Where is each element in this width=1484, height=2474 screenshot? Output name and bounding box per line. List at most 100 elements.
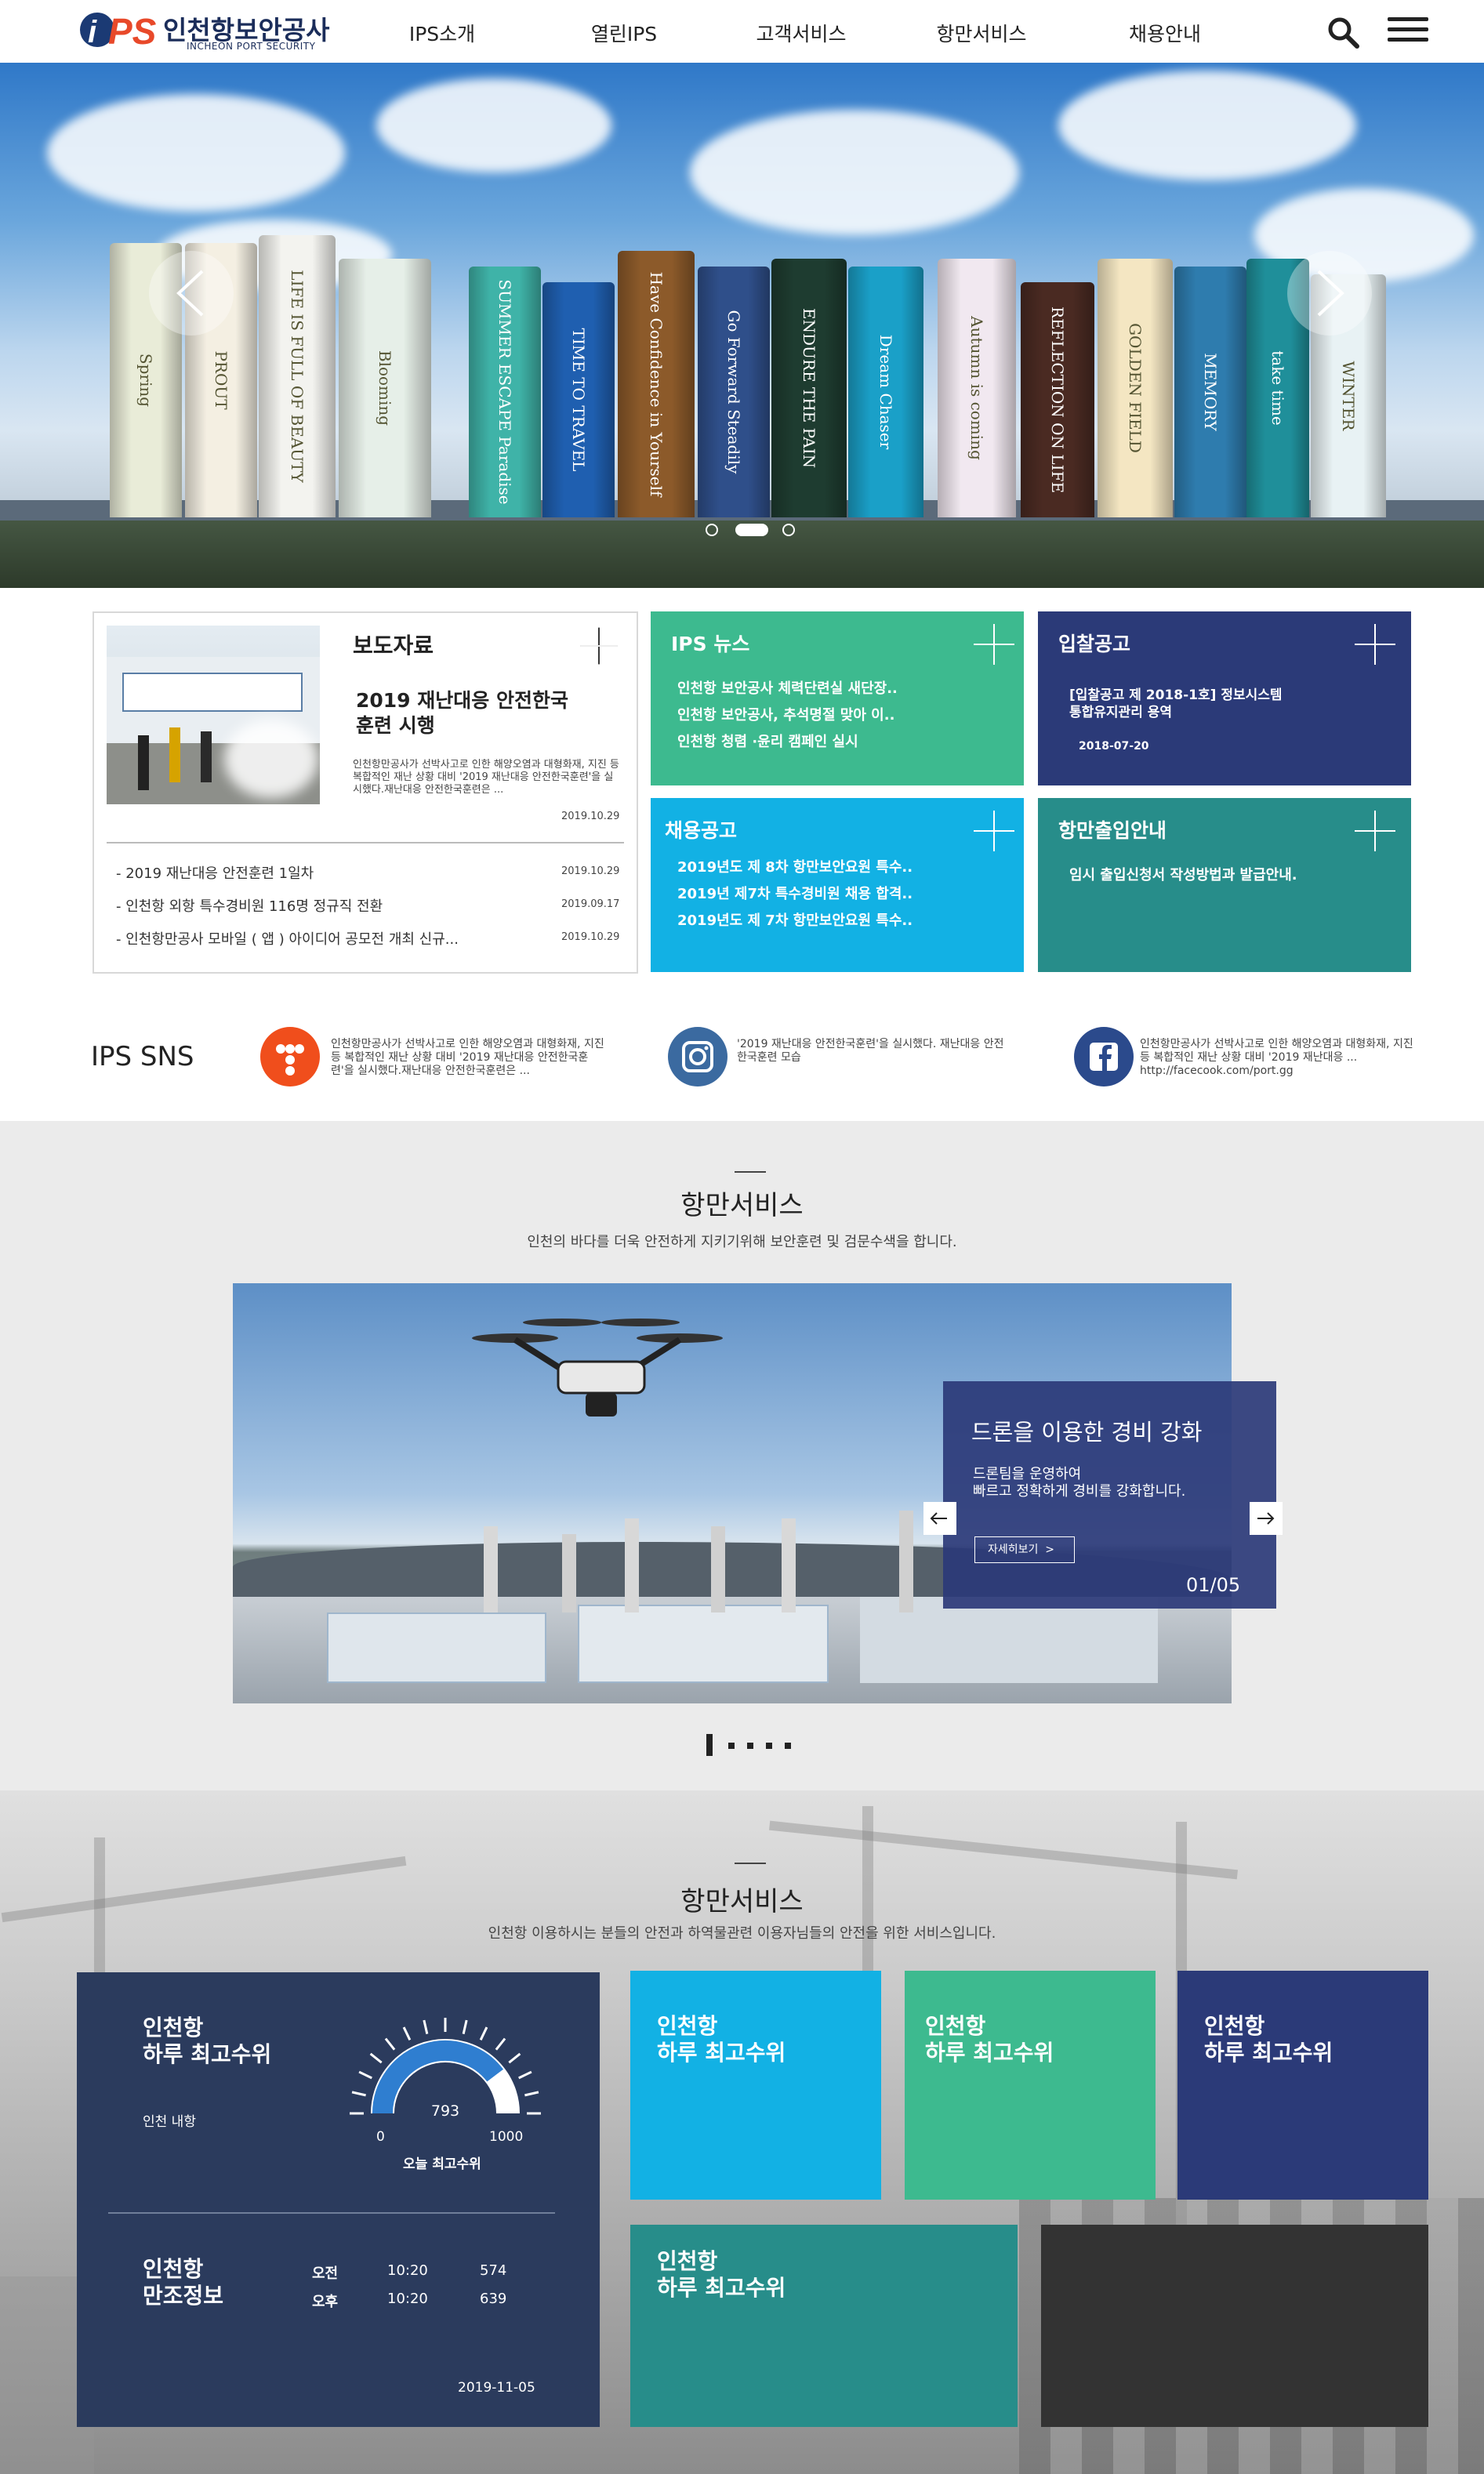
service-tile-1-line1: 인천항 [657,2013,718,2039]
bid-notice-line2[interactable]: 통합유지관리 용역 [1069,701,1172,720]
gauge-tick [358,2070,372,2080]
port-slide-dot-2[interactable] [728,1743,735,1749]
recruit-notice-item-3[interactable]: 2019년도 제 7차 항만보안요원 특수.. [677,909,913,930]
drone-icon [472,1319,723,1417]
gauge-tick [384,2037,396,2051]
sns-blog-text[interactable]: 인천항만공사가 선박사고로 인한 해양오염과 대형화재, 지진 등 복합적인 재… [331,1038,605,1078]
nav-customer-service[interactable]: 고객서비스 [731,19,872,47]
slide-counter: 01/05 [1186,1574,1241,1596]
port-slide-dot-1-active[interactable] [706,1734,713,1756]
tide-period-am: 오전 [312,2265,339,2282]
sns-facebook-text[interactable]: 인천항만공사가 선박사고로 인한 해양오염과 대형화재, 지진 등 복합적인 재… [1140,1038,1414,1078]
header: i PS 인천항보안공사 INCHEON PORT SECURITY IPS소개… [0,0,1484,63]
ips-news-item-1[interactable]: 인천항 보안공사 체력단련실 새단장.. [677,677,898,698]
ips-news-item-2[interactable]: 인천항 보안공사, 추석명절 맞아 이.. [677,704,894,724]
port-slide-dot-5[interactable] [785,1743,791,1749]
nav-ips-intro[interactable]: IPS소개 [372,19,513,47]
slide-next-button[interactable] [1250,1502,1283,1535]
silo-text-6: TIME TO TRAVEL [569,328,588,472]
recruit-notice-tile: 채용공고 2019년도 제 8차 항만보안요원 특수.. 2019년 제7차 특… [651,798,1024,972]
service-tile-2-line1: 인천항 [925,2013,986,2039]
service-tile-4-line2: 하루 최고수위 [657,2275,786,2301]
port-slide-dot-4[interactable] [766,1743,772,1749]
tide-level-am: 574 [480,2262,507,2279]
section-dash [735,1171,766,1173]
silo-text-5: SUMMER ESCAPE Paradise [495,279,514,505]
tide-time-pm: 10:20 [387,2291,428,2307]
arrow-right-icon [1257,1512,1275,1525]
bid-notice-more-icon[interactable] [1355,624,1395,665]
facebook-icon[interactable] [1074,1027,1134,1086]
gauge-min: 0 [376,2129,385,2145]
gauge-tick [402,2026,412,2041]
hamburger-menu-icon[interactable] [1388,17,1428,49]
press-list-item-1[interactable]: - 2019 재난대응 안전훈련 1일차 [116,862,314,883]
tide-title-line1: 인천항 [143,2256,204,2282]
service-tile-4[interactable]: 인천항 하루 최고수위 [630,2225,1018,2427]
port-entry-line[interactable]: 임시 출입신청서 작성방법과 발급안내. [1069,864,1297,884]
silo-12: REFLECTION ON LIFE [1021,282,1094,517]
tide-title: 인천항 만조정보 [143,2256,223,2309]
instagram-icon[interactable] [668,1027,727,1086]
silo-6: TIME TO TRAVEL [542,282,615,517]
press-more-icon[interactable] [580,627,618,665]
press-list-item-3[interactable]: - 인천항만공사 모바일 ( 앱 ) 아이디어 공모전 개최 신규... [116,928,459,949]
service-tile-1-line2: 하루 최고수위 [657,2040,786,2066]
gauge-tick [479,2026,488,2041]
arrow-left-icon [930,1512,947,1525]
recruit-notice-item-1[interactable]: 2019년도 제 8차 항만보안요원 특수.. [677,856,913,876]
silo-14: MEMORY [1174,267,1246,517]
press-headline-line2: 훈련 시행 [356,714,435,737]
section-dash-2 [735,1863,766,1864]
recruit-notice-more-icon[interactable] [974,811,1014,851]
silo-text-15: take time [1268,350,1287,426]
silo-text-9: ENDURE THE PAIN [800,307,818,469]
tide-title-line2: 만조정보 [143,2283,224,2309]
ips-news-title: IPS 뉴스 [671,633,750,655]
slide-more-button[interactable]: 자세히보기 > [974,1536,1075,1563]
port-entry-more-icon[interactable] [1355,811,1395,851]
hero-prev-arrow[interactable] [149,251,234,336]
ips-news-item-3[interactable]: 인천항 청렴 ·윤리 캠페인 실시 [677,731,858,751]
logo[interactable]: i PS 인천항보안공사 INCHEON PORT SECURITY [78,3,345,56]
slide-prev-button[interactable] [923,1502,956,1535]
hero-slide-dot-3[interactable] [782,524,795,536]
silo-text-10: Dream Chaser [876,334,895,450]
hero-slide-dot-1[interactable] [706,524,718,536]
hero-slide-dot-2-active[interactable] [735,524,768,536]
hero-next-arrow[interactable] [1287,251,1372,336]
ips-news-more-icon[interactable] [974,624,1014,665]
service-tile-2[interactable]: 인천항 하루 최고수위 [905,1971,1156,2200]
silo-text-1: Spring [136,353,155,408]
press-thumbnail[interactable] [107,626,320,804]
recruit-notice-item-2[interactable]: 2019년 제7차 특수경비원 채용 합격.. [677,883,913,903]
port-slide-dot-3[interactable] [747,1743,753,1749]
slide-desc-line2: 빠르고 정확하게 경비를 강화합니다. [973,1483,1186,1500]
port-entry-title: 항만출입안내 [1058,819,1167,842]
search-icon[interactable] [1326,16,1361,50]
port-service2-title: 항만서비스 [680,1886,804,1917]
gauge-tick [524,2091,539,2097]
svg-text:PS: PS [108,11,157,52]
press-list-item-2[interactable]: - 인천항 외항 특수경비원 116명 정규직 전환 [116,895,383,916]
nav-port-service[interactable]: 항만서비스 [911,19,1052,47]
service-tile-1[interactable]: 인천항 하루 최고수위 [630,1971,881,2200]
press-headline[interactable]: 2019 재난대응 안전한국 훈련 시행 [356,688,568,738]
silo-5: SUMMER ESCAPE Paradise [469,267,541,517]
sns-instagram-text[interactable]: '2019 재난대응 안전한국훈련'을 실시했다. 재난대응 안전한국훈련 모습 [737,1038,1011,1065]
silo-text-13: GOLDEN FIELD [1126,323,1145,453]
card-divider [108,2212,555,2214]
gauge-tick [351,2091,366,2097]
silo-4: Blooming [339,259,431,517]
service-tile-3[interactable]: 인천항 하루 최고수위 [1177,1971,1428,2200]
silo-8: Go Forward Steadily [698,267,770,517]
ips-blog-icon[interactable] [260,1027,320,1086]
tide-level-pm: 639 [480,2291,507,2307]
water-level-title-line2: 하루 최고수위 [143,2041,272,2067]
gauge-tick [369,2052,383,2064]
ips-logo-icon: i PS [80,11,157,52]
nav-recruitment[interactable]: 채용안내 [1094,19,1235,47]
hero-banner: Spring PROUT LIFE IS FULL OF BEAUTY Bloomin… [0,63,1484,588]
silo-text-8: Go Forward Steadily [724,310,743,474]
nav-open-ips[interactable]: 열린IPS [553,19,695,47]
